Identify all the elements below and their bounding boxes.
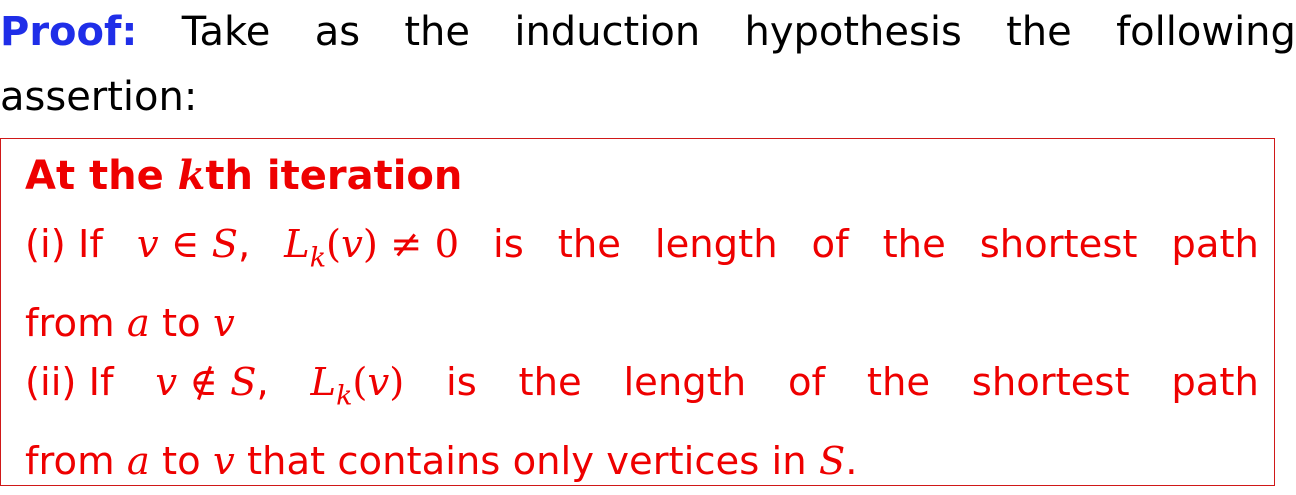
intro-line-1: Proof: Take as the induction hypothesis … <box>0 0 1296 65</box>
title-suffix: th iteration <box>205 153 463 199</box>
title-prefix: At the <box>25 153 178 199</box>
hypothesis-item-i: (i) If v ∈ S, Lk(v) ≠ 0 is the length of… <box>25 212 1259 357</box>
item-ii-lead: (ii) If <box>25 360 114 405</box>
item-i-word: shortest <box>979 222 1138 267</box>
proof-label: Proof: <box>0 9 138 55</box>
item-ii-length-expr: Lk(v) <box>310 360 405 412</box>
hypothesis-title: At the kth iteration <box>25 152 462 199</box>
item-ii-word: path <box>1171 360 1259 405</box>
item-i-line-2: from a to v <box>25 301 235 347</box>
proof-intro: Proof: Take as the induction hypothesis … <box>0 0 1296 130</box>
item-i-word: length <box>654 222 778 267</box>
title-var-k: k <box>177 152 206 199</box>
intro-word: hypothesis <box>744 9 962 55</box>
intro-word: Take <box>181 9 271 55</box>
item-i-word: of <box>811 222 849 267</box>
item-i-word: is <box>493 222 524 267</box>
item-i-line-1: (i) If v ∈ S, Lk(v) ≠ 0 is the length of… <box>25 212 1259 291</box>
item-i-word: the <box>882 222 946 267</box>
item-ii-word: is <box>446 360 477 405</box>
item-ii-condition: v ∉ S, <box>155 360 269 405</box>
item-ii-line-2: from a to v that contains only vertices … <box>25 439 858 485</box>
item-i-word: the <box>557 222 621 267</box>
item-ii-word: the <box>866 360 931 405</box>
intro-line-2: assertion: <box>0 74 198 120</box>
item-i-condition: v ∈ S, <box>136 222 251 267</box>
item-ii-word: of <box>787 360 826 405</box>
item-i-lead: (i) If <box>25 222 103 267</box>
item-ii-word: the <box>518 360 582 405</box>
item-ii-word: shortest <box>971 360 1130 405</box>
intro-word: following <box>1116 9 1296 55</box>
item-ii-word: length <box>623 360 747 405</box>
item-i-word: path <box>1171 222 1259 267</box>
intro-word: induction <box>514 9 701 55</box>
intro-word: the <box>1006 9 1072 55</box>
intro-word: as <box>314 9 361 55</box>
hypothesis-item-ii: (ii) If v ∉ S, Lk(v) is the length of th… <box>25 350 1259 495</box>
item-i-length-expr: Lk(v) ≠ 0 <box>284 222 460 274</box>
item-ii-line-1: (ii) If v ∉ S, Lk(v) is the length of th… <box>25 350 1259 429</box>
intro-word: the <box>404 9 471 55</box>
